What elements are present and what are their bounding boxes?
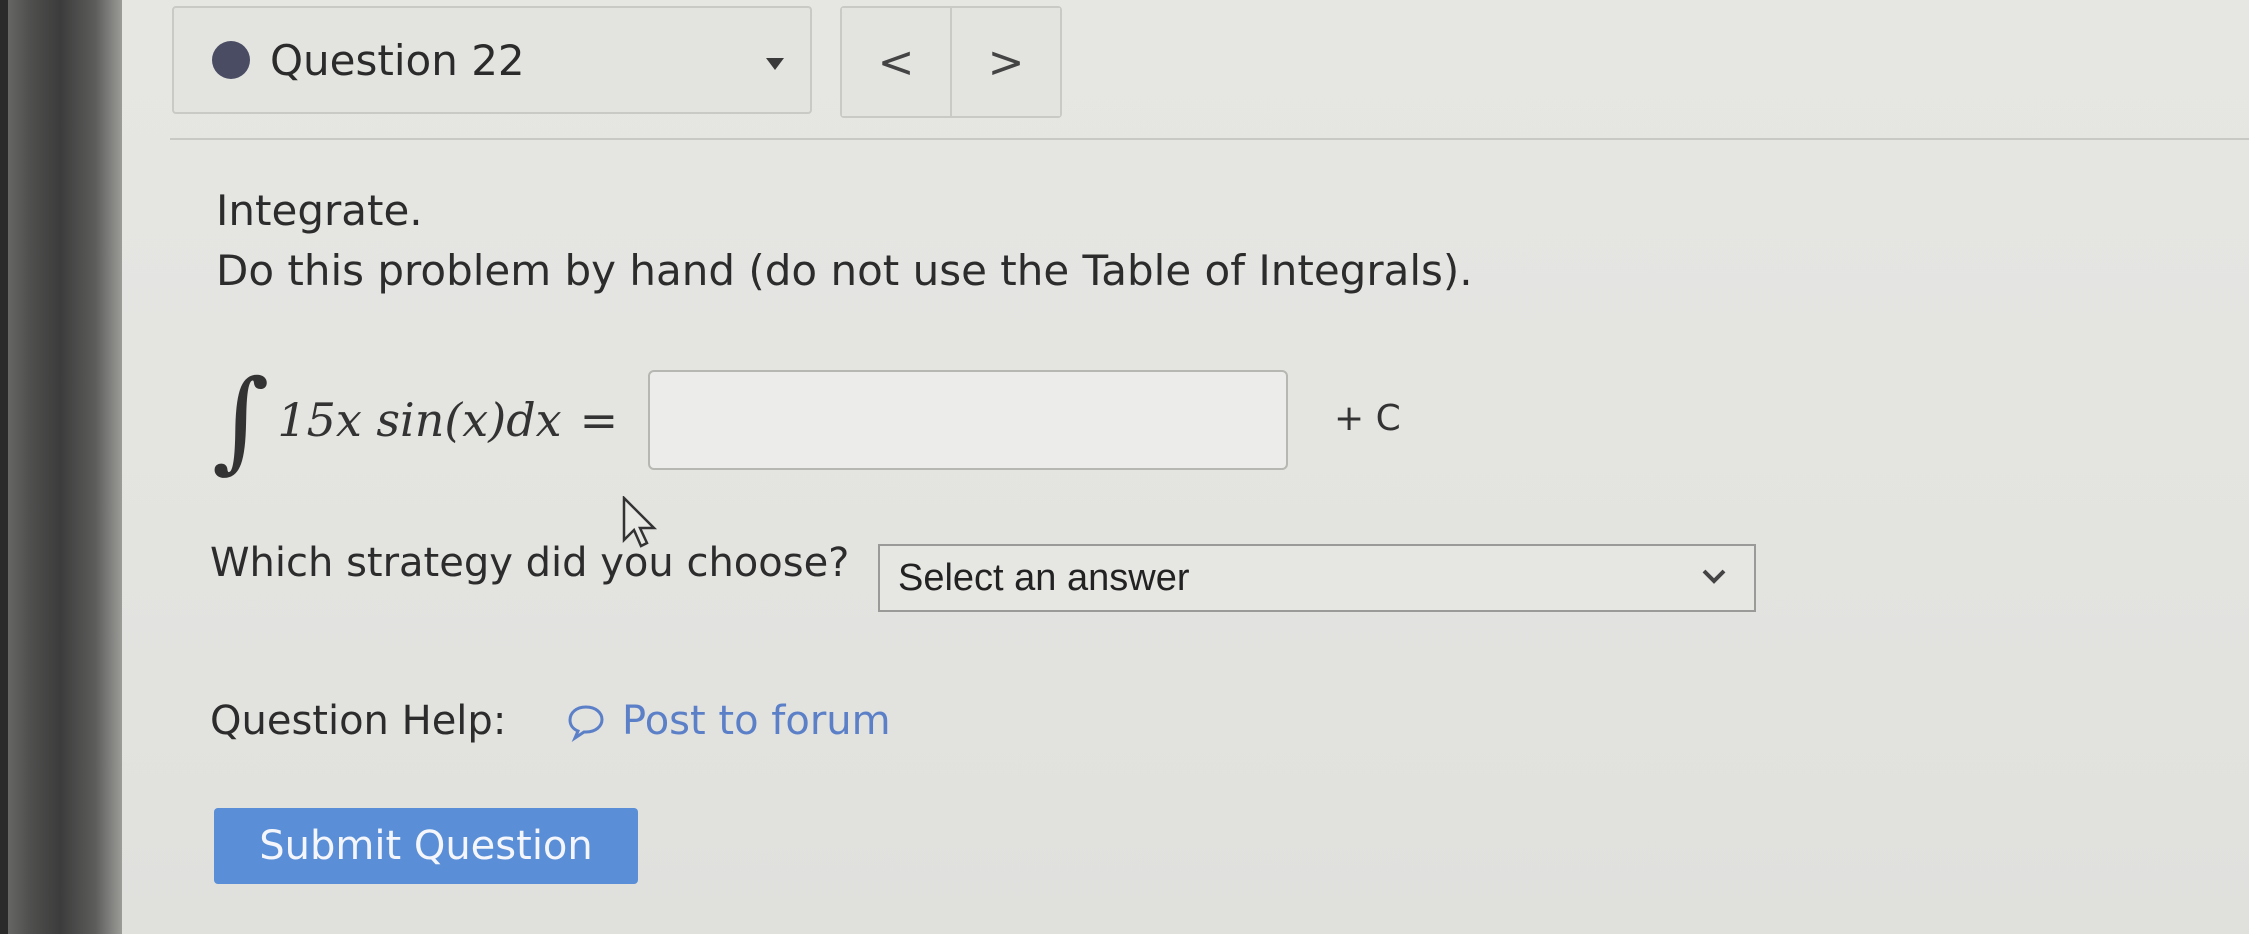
prev-question-button[interactable]: <: [842, 8, 950, 116]
prompt-line-1: Integrate.: [216, 186, 423, 235]
submit-question-button[interactable]: Submit Question: [214, 808, 638, 884]
answer-input[interactable]: [648, 370, 1288, 470]
divider: [170, 138, 2249, 140]
post-to-forum-link[interactable]: Post to forum: [622, 698, 891, 744]
chevron-down-icon: [1702, 569, 1726, 584]
question-label: Question 22: [270, 35, 525, 85]
constant-of-integration: + C: [1334, 398, 1401, 439]
integrand-expression: 15x sin(x)dx: [277, 393, 562, 447]
question-nav-group: < >: [840, 6, 1062, 118]
caret-down-icon[interactable]: [766, 58, 784, 70]
strategy-question: Which strategy did you choose?: [210, 540, 850, 586]
integral-equation: ∫ 15x sin(x)dx =: [212, 360, 618, 480]
equals-sign: =: [579, 393, 619, 447]
strategy-select[interactable]: Select an answer: [878, 544, 1756, 612]
question-help-label: Question Help:: [210, 698, 507, 744]
strategy-selected-value: Select an answer: [898, 556, 1190, 599]
prompt-line-2: Do this problem by hand (do not use the …: [216, 246, 1473, 295]
speech-bubble-icon: [568, 705, 604, 742]
status-dot-icon: [212, 41, 250, 79]
monitor-bezel: [0, 0, 122, 934]
mouse-cursor-icon: [622, 496, 658, 548]
question-selector[interactable]: Question 22: [172, 6, 812, 114]
integral-symbol: ∫: [212, 356, 270, 484]
next-question-button[interactable]: >: [950, 8, 1060, 116]
monitor-edge: [0, 0, 8, 934]
